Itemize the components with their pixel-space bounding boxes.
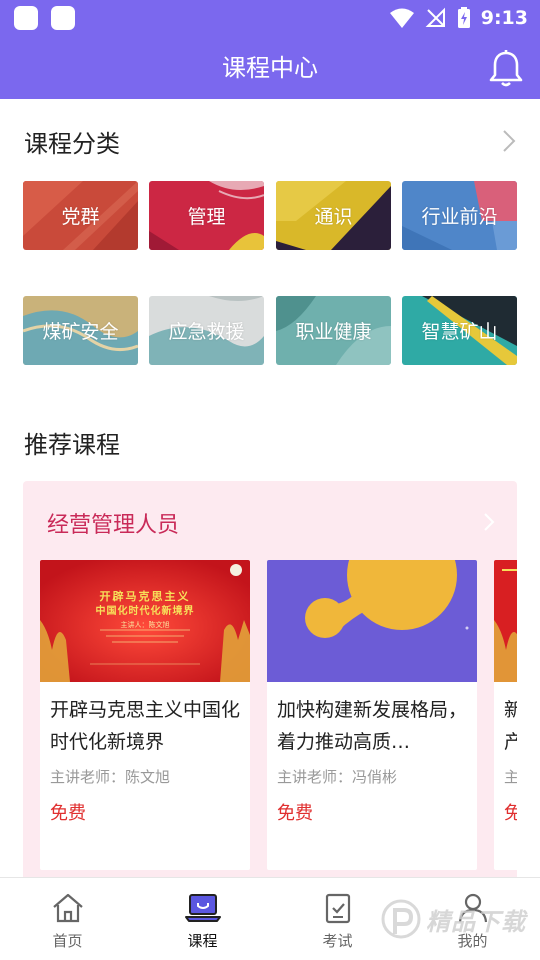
tab-label: 首页 [52,932,83,950]
course-thumbnail: 开辟马克思主义 中国化时代化新境界 主讲人：陈文旭 [40,560,250,682]
battery-charging-icon [457,7,470,28]
category-coal-mine-safety[interactable]: 煤矿安全 [23,296,138,365]
course-thumbnail [267,560,477,682]
course-price: 免 [504,803,517,824]
wifi-icon [389,8,414,28]
category-label: 职业健康 [295,321,372,343]
course-price: 免费 [50,803,86,824]
page-title: 课程中心 [222,54,318,82]
course-thumbnail [494,560,517,682]
category-label: 应急救援 [168,321,245,343]
course-title: 新产 [504,699,517,753]
status-time: 9:13 [480,7,528,29]
home-icon [52,893,83,923]
course-teacher: 主讲老师：冯俏彬 [277,768,398,786]
course-card[interactable]: 加快构建新发展格局，着力推动高质… 主讲老师：冯俏彬 免费 [267,560,477,870]
no-signal-icon [425,7,445,27]
category-emergency-rescue[interactable]: 应急救援 [149,296,264,365]
chevron-right-icon[interactable] [501,128,517,154]
course-card[interactable]: 新产 主 免 [494,560,517,870]
category-occupational-health[interactable]: 职业健康 [276,296,391,365]
category-label: 通识 [314,206,353,228]
status-bar: 9:13 [0,0,540,36]
notification-icon [14,6,38,30]
poster-headline: 中国化时代化新境界 [95,606,195,617]
course-card[interactable]: 开辟马克思主义 中国化时代化新境界 主讲人：陈文旭 开辟马克思主义中国化时代化新… [40,560,250,870]
tab-home[interactable]: 首页 [0,878,135,960]
tab-label: 课程 [187,932,218,950]
course-teacher: 主讲老师：陈文旭 [50,768,171,786]
category-smart-mining[interactable]: 智慧矿山 [402,296,517,365]
watermark-logo-icon [381,899,421,939]
category-label: 管理 [187,206,226,228]
course-title: 开辟马克思主义中国化时代化新境界 [50,699,241,753]
recommended-section-title: 推荐课程 [24,431,120,459]
exam-checklist-icon [325,893,350,924]
recommended-panel: 经营管理人员 开辟马克思主义 中国化时代化新境界 主讲人：陈文旭 开辟马克思主义… [23,481,517,881]
tab-courses[interactable]: 课程 [135,878,270,960]
course-teacher: 主 [504,768,517,786]
category-general[interactable]: 通识 [276,181,391,250]
bell-icon[interactable] [488,48,524,88]
watermark-text: 精品下载 [426,908,526,936]
poster-speaker: 主讲人：陈文旭 [120,621,170,629]
category-industry-frontier[interactable]: 行业前沿 [402,181,517,250]
chevron-right-icon[interactable] [482,511,496,533]
category-label: 智慧矿山 [421,321,498,343]
category-label: 煤矿安全 [42,321,119,343]
course-price: 免费 [277,803,313,824]
category-management[interactable]: 管理 [149,181,264,250]
course-laptop-icon [184,894,221,922]
app-header: 9:13 课程中心 [0,0,540,99]
category-party[interactable]: 党群 [23,181,138,250]
category-label: 党群 [61,206,100,228]
category-section-title: 课程分类 [24,130,120,158]
course-group-title[interactable]: 经营管理人员 [47,507,179,539]
course-title: 加快构建新发展格局，着力推动高质… [277,699,468,753]
watermark: 精品下载 [378,880,538,956]
notification-icon [51,6,75,30]
category-label: 行业前沿 [421,206,498,228]
